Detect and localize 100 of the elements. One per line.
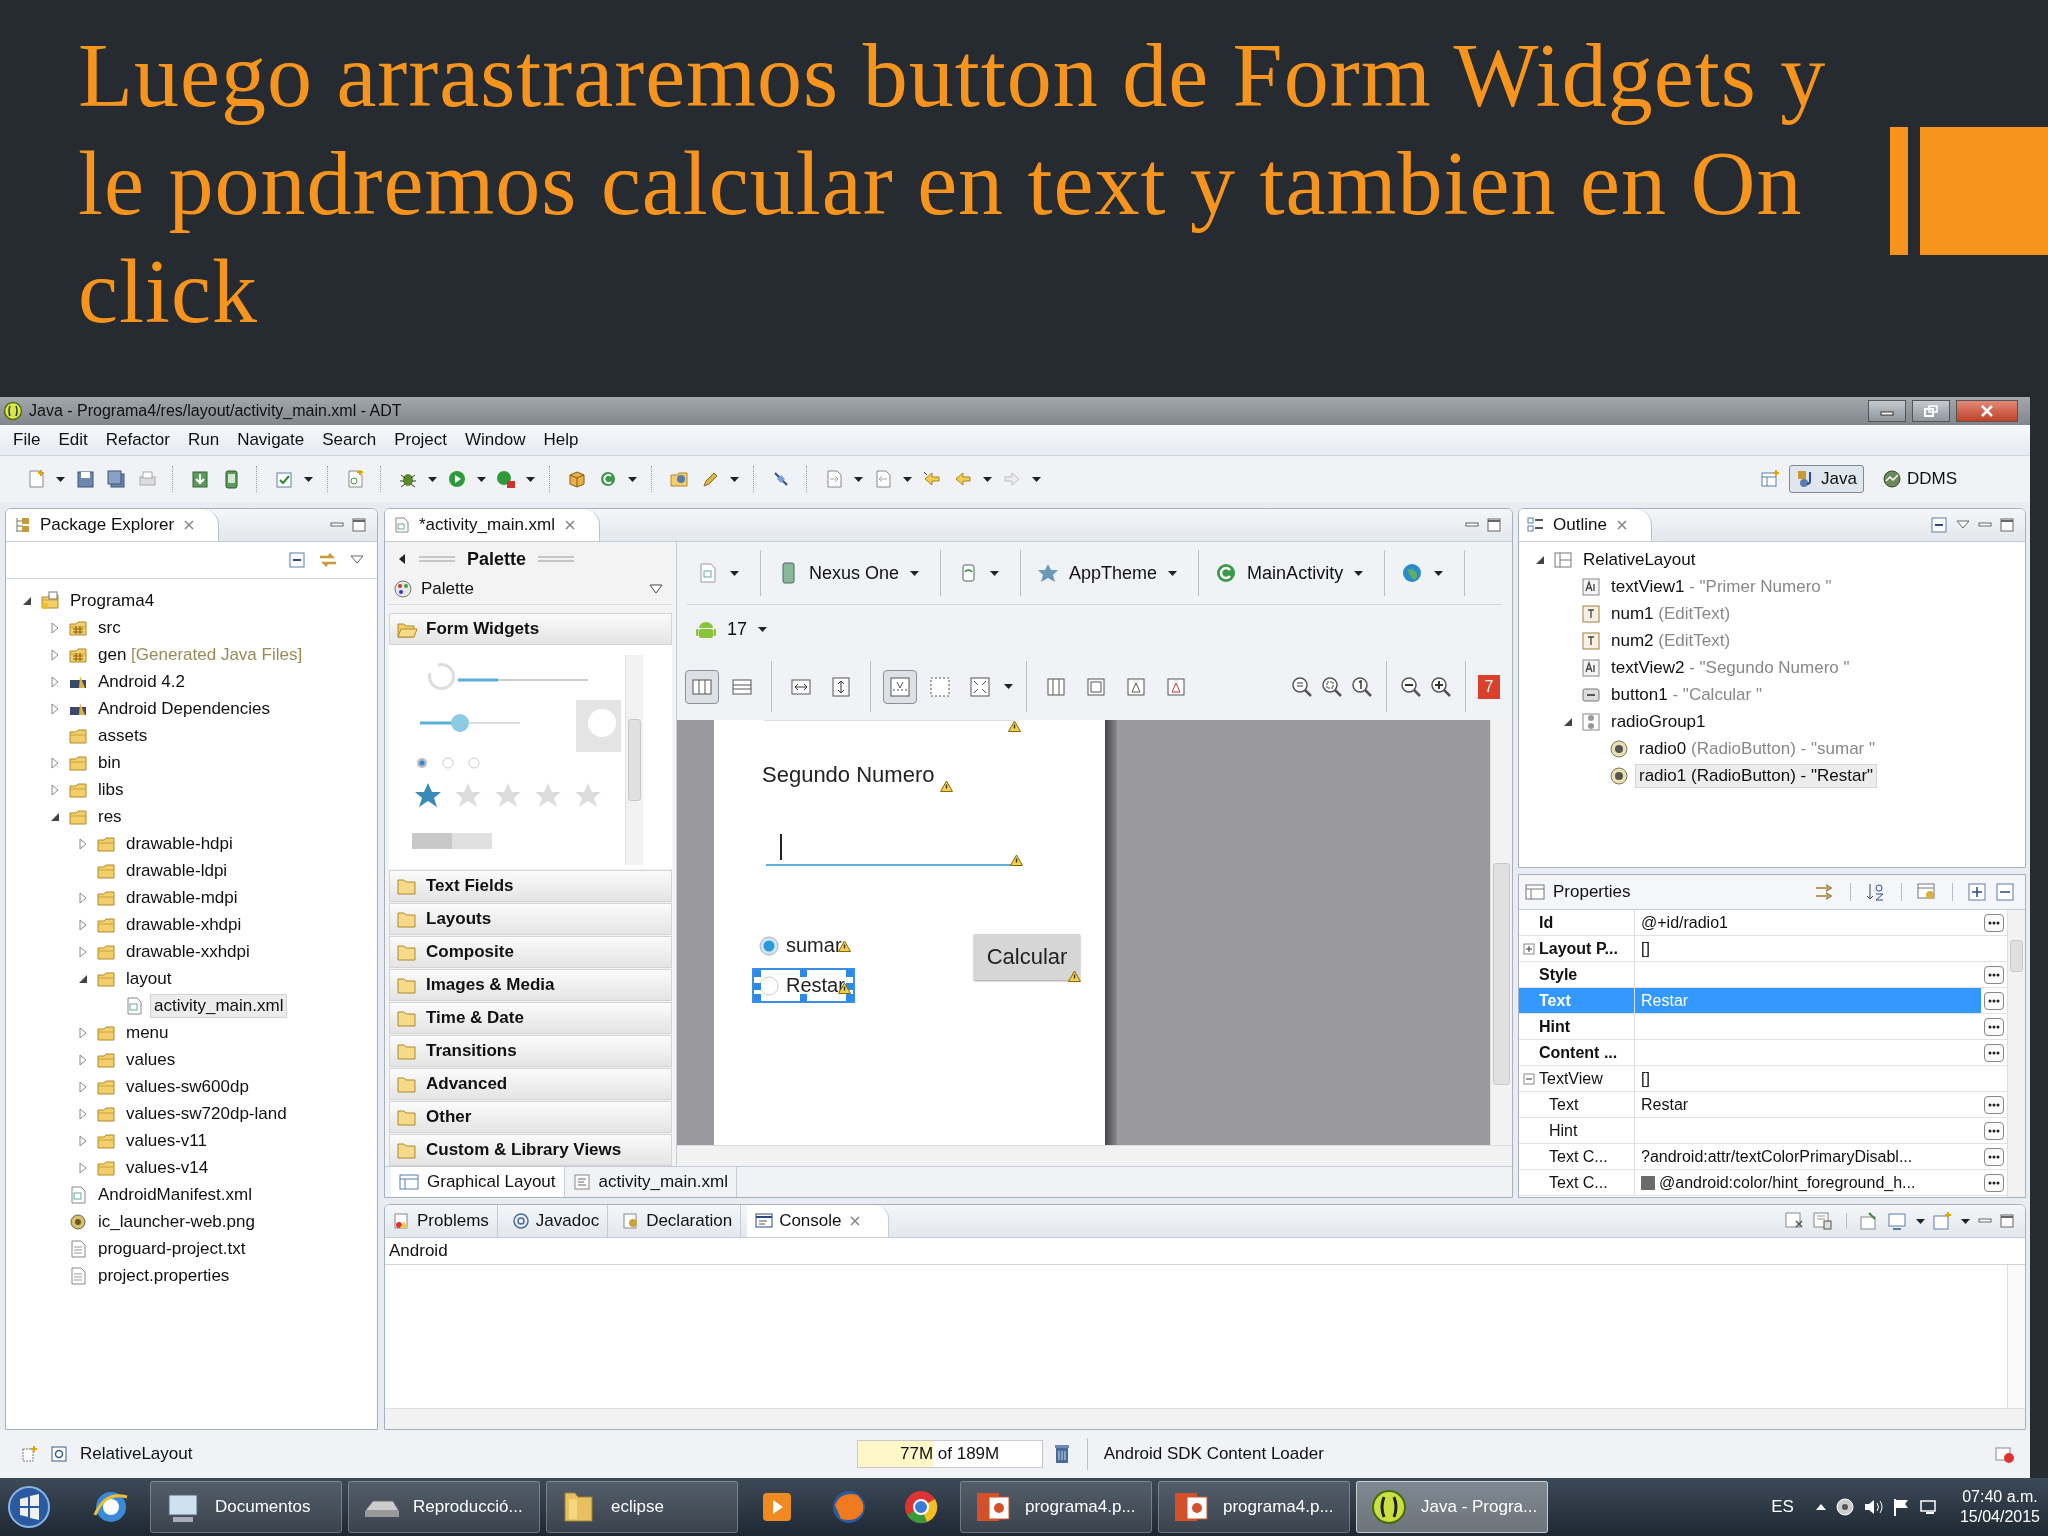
property-name[interactable]: Id	[1519, 910, 1635, 935]
tree-item[interactable]: values-v11	[6, 1127, 377, 1154]
clock-date[interactable]: 15/04/2015	[1959, 1507, 2040, 1527]
run-tool-icon[interactable]	[496, 469, 516, 489]
tree-item[interactable]: drawable-mdpi	[6, 884, 377, 911]
tree-item[interactable]: src	[6, 614, 377, 641]
view-menu-icon[interactable]	[1955, 519, 1971, 531]
api-level-dropdown[interactable]: 17	[685, 618, 783, 640]
property-value[interactable]: ?android:attr/textColorPrimaryDisabl...	[1641, 1147, 1913, 1166]
view-tab[interactable]: Outline	[1519, 509, 1652, 541]
tree-item[interactable]: values	[6, 1046, 377, 1073]
tree-item[interactable]: values-sw720dp-land	[6, 1100, 377, 1127]
menubar-entry[interactable]: Project	[385, 428, 457, 452]
view-menu-icon[interactable]	[349, 554, 365, 566]
maximize-icon[interactable]	[1999, 1213, 2015, 1229]
view-tab[interactable]: Javadoc	[503, 1205, 609, 1237]
tree-item[interactable]: drawable-xhdpi	[6, 911, 377, 938]
perspective-button[interactable]: Java	[1789, 465, 1864, 493]
save-icon[interactable]	[75, 469, 95, 489]
maximize-icon[interactable]	[1486, 517, 1502, 533]
palette-category[interactable]: Images & Media	[389, 969, 672, 1001]
property-name[interactable]: TextView	[1519, 1066, 1635, 1091]
theme-dropdown[interactable]: AppTheme	[1027, 562, 1193, 584]
text-field[interactable]	[766, 832, 1012, 866]
tree-item[interactable]: project.properties	[6, 1262, 377, 1289]
restore-button[interactable]	[1912, 400, 1950, 422]
more-button[interactable]	[1984, 991, 2004, 1010]
palette-dropdown[interactable]: Palette	[389, 574, 672, 605]
tree-item[interactable]: gen [Generated Java Files]	[6, 641, 377, 668]
taskbar-button[interactable]: Documentos	[150, 1481, 342, 1533]
previous-annotation-icon[interactable]	[873, 469, 893, 489]
property-name[interactable]: Content ...	[1519, 1040, 1635, 1065]
back-icon[interactable]	[953, 469, 973, 489]
outline-item[interactable]: radio1 (RadioButton) - "Restar"	[1519, 762, 2025, 789]
collapse-all-icon[interactable]	[287, 550, 307, 570]
tree-item[interactable]: drawable-xxhdpi	[6, 938, 377, 965]
open-folder-icon[interactable]	[669, 469, 689, 489]
outline-item[interactable]: textView1 - "Primer Numero "	[1519, 573, 2025, 600]
outline-item[interactable]: num2 (EditText)	[1519, 627, 2025, 654]
view-tab[interactable]: Package Explorer	[6, 509, 220, 541]
language-indicator[interactable]: ES	[1771, 1497, 1794, 1517]
menubar-entry[interactable]: Run	[178, 428, 229, 452]
radio-option[interactable]: sumar	[752, 928, 852, 963]
download-icon[interactable]	[190, 469, 210, 489]
baseline-button[interactable]	[883, 669, 917, 704]
zoom-fit-icon[interactable]	[1320, 674, 1344, 699]
outline-item[interactable]: radioGroup1	[1519, 708, 2025, 735]
last-edit-icon[interactable]	[922, 469, 942, 489]
new-class-icon[interactable]	[598, 469, 618, 489]
property-name[interactable]: Hint	[1519, 1118, 1635, 1143]
outline-item[interactable]: RelativeLayout	[1519, 546, 2025, 573]
view-tab[interactable]: Problems	[385, 1205, 498, 1237]
taskbar-button[interactable]: eclipse	[546, 1481, 738, 1533]
tree-item[interactable]: layout	[6, 965, 377, 992]
tree-item[interactable]: Android Dependencies	[6, 695, 377, 722]
property-value[interactable]: []	[1641, 939, 1650, 958]
error-count-badge[interactable]: 7	[1478, 674, 1500, 699]
palette-category[interactable]: Advanced	[389, 1068, 672, 1100]
next-annotation-icon[interactable]	[824, 469, 844, 489]
palette-category[interactable]: Text Fields	[389, 870, 672, 902]
zoom-actual-icon[interactable]	[1350, 674, 1374, 699]
tree-item[interactable]: Android 4.2	[6, 668, 377, 695]
vertical-layout-button[interactable]	[685, 669, 719, 704]
device-dropdown[interactable]: Nexus One	[767, 562, 935, 584]
palette-category[interactable]: Form Widgets	[389, 613, 672, 645]
more-button[interactable]	[1984, 913, 2004, 932]
remove-all-icon[interactable]	[1812, 1211, 1834, 1231]
more-button[interactable]	[1984, 1121, 2004, 1140]
palette-category[interactable]: Other	[389, 1101, 672, 1133]
tree-item[interactable]: libs	[6, 776, 377, 803]
more-button[interactable]	[1984, 1017, 2004, 1036]
tree-item[interactable]: AndroidManifest.xml	[6, 1181, 377, 1208]
property-name[interactable]: Text C...	[1519, 1170, 1635, 1195]
property-value[interactable]: Restar	[1641, 1095, 1689, 1114]
menubar-entry[interactable]: Edit	[49, 428, 97, 452]
taskbar-button[interactable]: Java - Progra...	[1356, 1481, 1548, 1533]
palette-category[interactable]: Transitions	[389, 1035, 672, 1067]
tree-item[interactable]: values-v14	[6, 1154, 377, 1181]
taskbar-button[interactable]: programa4.p...	[960, 1481, 1152, 1533]
activity-dropdown[interactable]: MainActivity	[1205, 562, 1379, 584]
tree-item[interactable]: menu	[6, 1019, 377, 1046]
tree-item[interactable]: bin	[6, 749, 377, 776]
taskbar-button[interactable]: programa4.p...	[1158, 1481, 1350, 1533]
more-button[interactable]	[1984, 1147, 2004, 1166]
network-icon[interactable]	[1833, 1496, 1856, 1518]
package-icon[interactable]	[567, 469, 587, 489]
palette-category[interactable]: Custom & Library Views	[389, 1134, 672, 1166]
outline-item[interactable]: radio0 (RadioButton) - "sumar "	[1519, 735, 2025, 762]
scrollbar[interactable]	[2007, 1265, 2025, 1408]
palette-category[interactable]: Time & Date	[389, 1002, 672, 1034]
tree-item[interactable]: assets	[6, 722, 377, 749]
open-perspective-icon[interactable]	[1760, 469, 1780, 489]
property-name[interactable]: Text C...	[1519, 1144, 1635, 1169]
caret-icon[interactable]	[1003, 681, 1014, 692]
save-all-icon[interactable]	[106, 469, 126, 489]
editor-mode-tab[interactable]: Graphical Layout	[391, 1167, 565, 1197]
maximize-icon[interactable]	[351, 517, 367, 533]
scrollbar[interactable]	[1490, 720, 1512, 1145]
expand-all-icon[interactable]	[1967, 882, 1987, 902]
outline-item[interactable]: num1 (EditText)	[1519, 600, 2025, 627]
